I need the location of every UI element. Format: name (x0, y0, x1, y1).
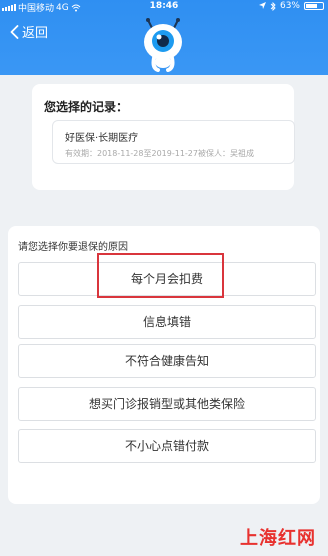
status-bar: 中国移动 4G 18:46 63% (0, 0, 328, 14)
record-item[interactable]: 好医保·长期医疗 有效期：2018-11-28至2019-11-27被保人：吴祖… (52, 120, 295, 164)
reason-option-wrong-info[interactable]: 信息填错 (18, 305, 316, 339)
reason-option-other-insurance[interactable]: 想买门诊报销型或其他类保险 (18, 387, 316, 421)
app-header: 中国移动 4G 18:46 63% 返回 (0, 0, 328, 75)
battery-icon (304, 2, 324, 10)
location-icon (258, 2, 266, 9)
chevron-left-icon (10, 24, 19, 39)
back-button[interactable]: 返回 (10, 22, 48, 41)
bluetooth-icon (270, 1, 276, 11)
highlight-box (97, 253, 224, 298)
record-card-title: 您选择的记录： (44, 100, 129, 114)
battery-percent: 63% (279, 1, 300, 11)
reason-option-health-notice[interactable]: 不符合健康告知 (18, 344, 316, 378)
back-label: 返回 (22, 26, 49, 41)
watermark-label: 上海红网 (240, 528, 316, 549)
record-validity: 有效期：2018-11-28至2019-11-27被保人：吴祖成 (65, 149, 254, 158)
eye-mascot-icon (144, 18, 182, 72)
record-product-name: 好医保·长期医疗 (65, 133, 139, 144)
record-card: 您选择的记录： 好医保·长期医疗 有效期：2018-11-28至2019-11-… (32, 84, 295, 190)
reason-card-title: 请您选择你要退保的原因 (18, 242, 128, 253)
reason-option-mistaken-payment[interactable]: 不小心点错付款 (18, 429, 316, 463)
